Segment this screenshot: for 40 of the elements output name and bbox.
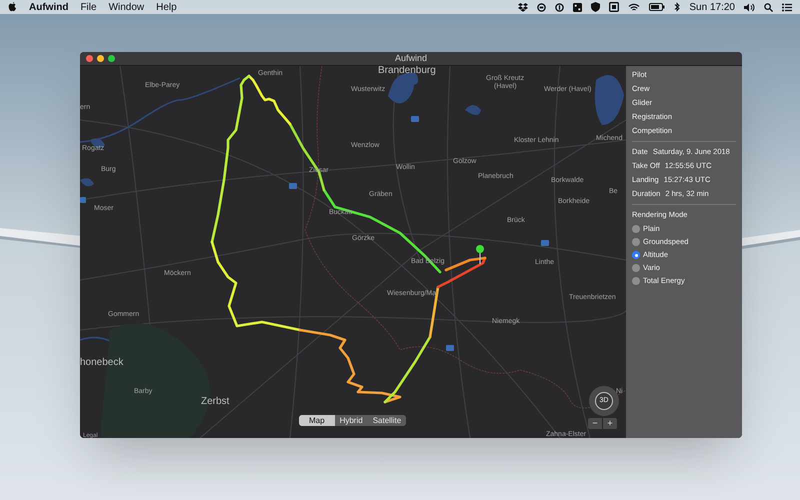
menu-item[interactable]: Window <box>108 0 144 14</box>
dropbox-icon[interactable] <box>518 2 528 12</box>
wifi-icon[interactable] <box>628 2 640 12</box>
zoom-in-button[interactable]: + <box>603 418 617 429</box>
radio-button[interactable] <box>632 225 640 233</box>
square-grid-icon[interactable] <box>573 2 582 12</box>
app-menu[interactable]: Aufwind <box>29 0 68 14</box>
info-circle-icon[interactable] <box>555 2 564 12</box>
highway-shield-icon <box>289 183 297 189</box>
highway-shield-icon <box>446 345 454 351</box>
list-icon[interactable] <box>782 2 792 12</box>
search-icon[interactable] <box>764 2 773 12</box>
highway-shield-icon <box>541 240 549 246</box>
map-type-tab[interactable]: Map <box>299 415 335 426</box>
radio-button[interactable] <box>632 277 640 285</box>
volume-icon[interactable] <box>744 2 755 12</box>
apple-logo-icon[interactable] <box>8 2 17 12</box>
clock[interactable]: Sun 17:20 <box>689 0 735 14</box>
shield-icon[interactable] <box>591 2 600 12</box>
map-type-tab[interactable]: Hybrid <box>334 415 368 426</box>
place-label: Zerbst <box>201 397 230 407</box>
radio-button[interactable] <box>632 264 640 272</box>
map-type-tab[interactable]: Satellite <box>368 415 406 426</box>
battery-icon[interactable] <box>649 3 666 11</box>
zoom-button[interactable] <box>108 55 115 62</box>
place-label: Brandenburg <box>378 66 436 76</box>
highway-shield-icon <box>80 197 86 203</box>
highway-shield-icon <box>411 116 419 122</box>
map-pin-icon <box>475 244 485 264</box>
window-title: Aufwind <box>394 52 428 65</box>
bluetooth-icon[interactable] <box>674 2 680 12</box>
radio-button[interactable] <box>632 238 640 246</box>
place-label: honebeck <box>80 358 124 368</box>
zoom-out-button[interactable]: − <box>588 418 602 429</box>
minimize-button[interactable] <box>97 55 104 62</box>
circle-icon[interactable] <box>537 2 546 12</box>
radio-button[interactable] <box>632 251 640 259</box>
menu-item[interactable]: Help <box>156 0 177 14</box>
menu-item[interactable]: File <box>80 0 97 14</box>
close-button[interactable] <box>86 55 93 62</box>
